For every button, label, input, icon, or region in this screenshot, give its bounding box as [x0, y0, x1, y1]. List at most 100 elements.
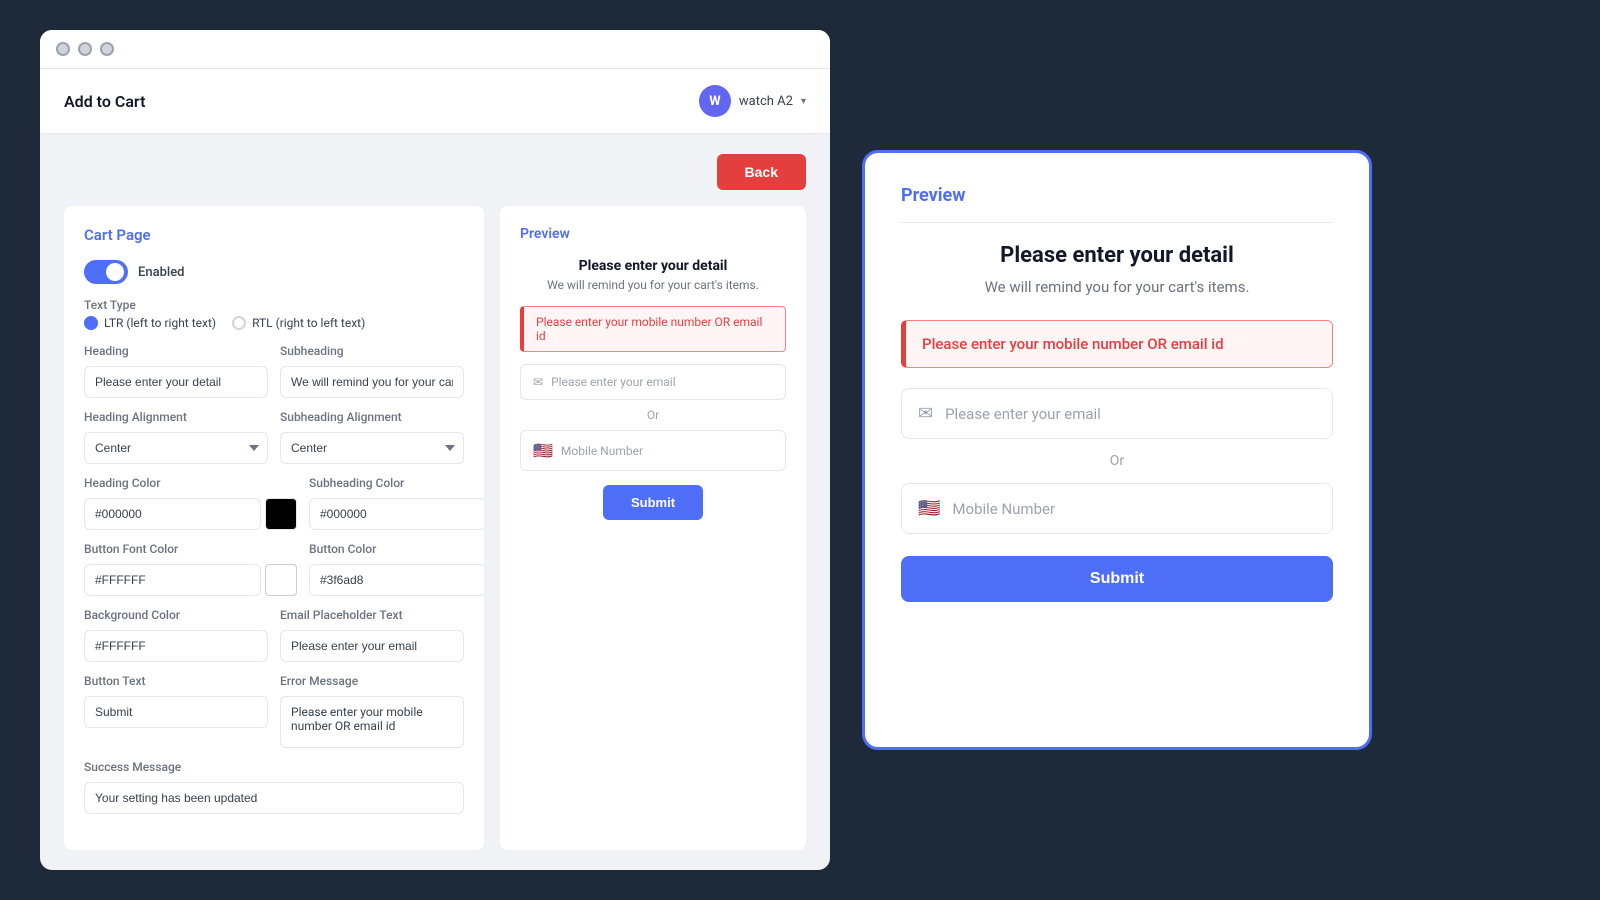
heading-label: Heading — [84, 344, 268, 358]
email-placeholder-input[interactable] — [280, 630, 464, 662]
button-color-row — [309, 564, 484, 596]
subheading-alignment-group: Subheading Alignment Center Left Right — [280, 410, 464, 464]
window-dot-2 — [78, 42, 92, 56]
button-text-label: Button Text — [84, 674, 268, 688]
background-color-group: Background Color — [84, 608, 268, 662]
email-placeholder-group: Email Placeholder Text — [280, 608, 464, 662]
right-subheading: We will remind you for your cart's items… — [901, 278, 1333, 296]
heading-input[interactable] — [84, 366, 268, 398]
app-header: Add to Cart W watch A2 ▾ — [40, 69, 830, 134]
preview-subheading-small: We will remind you for your cart's items… — [520, 278, 786, 292]
heading-alignment-label: Heading Alignment — [84, 410, 268, 424]
right-or-divider: Or — [901, 453, 1333, 469]
rtl-radio[interactable] — [232, 316, 246, 330]
subheading-color-group: Subheading Color — [309, 476, 484, 530]
button-color-label: Button Color — [309, 542, 484, 556]
right-email-placeholder: Please enter your email — [945, 405, 1101, 423]
right-submit-button[interactable]: Submit — [901, 556, 1333, 602]
button-text-group: Button Text — [84, 674, 268, 748]
subheading-group: Subheading — [280, 344, 464, 398]
subheading-label: Subheading — [280, 344, 464, 358]
rtl-label: RTL (right to left text) — [252, 316, 365, 330]
success-message-input[interactable] — [84, 782, 464, 814]
heading-color-row — [84, 498, 297, 530]
heading-alignment-group: Heading Alignment Center Left Right — [84, 410, 268, 464]
ltr-label: LTR (left to right text) — [104, 316, 216, 330]
subheading-color-label: Subheading Color — [309, 476, 484, 490]
error-message-input[interactable]: Please enter your mobile number OR email… — [280, 696, 464, 748]
ltr-radio[interactable] — [84, 316, 98, 330]
heading-color-swatch[interactable] — [265, 498, 297, 530]
user-avatar: W — [699, 85, 731, 117]
flag-icon-large: 🇺🇸 — [918, 498, 940, 519]
subheading-alignment-label: Subheading Alignment — [280, 410, 464, 424]
phone-input-small: 🇺🇸 Mobile Number — [520, 430, 786, 471]
enabled-toggle[interactable] — [84, 260, 128, 284]
back-btn-row: Back — [64, 154, 806, 190]
subheading-alignment-select[interactable]: Center Left Right — [280, 432, 464, 464]
email-input-small: ✉ Please enter your email — [520, 364, 786, 400]
right-phone-input: 🇺🇸 Mobile Number — [901, 483, 1333, 534]
two-col-layout: Cart Page Enabled Text Type LTR (left to… — [64, 206, 806, 850]
heading-group: Heading — [84, 344, 268, 398]
app-title: Add to Cart — [64, 92, 145, 111]
or-divider-small: Or — [520, 408, 786, 422]
preview-panel-small: Preview Please enter your detail We will… — [500, 206, 806, 850]
button-text-input[interactable] — [84, 696, 268, 728]
text-type-row: LTR (left to right text) RTL (right to l… — [84, 316, 464, 330]
background-color-row — [84, 630, 268, 662]
button-font-color-input[interactable] — [84, 564, 261, 596]
settings-title: Cart Page — [84, 226, 464, 244]
button-error-grid: Button Text Error Message Please enter y… — [84, 674, 464, 748]
right-preview-title: Preview — [901, 185, 1333, 223]
email-placeholder-small: Please enter your email — [551, 375, 676, 389]
ltr-option[interactable]: LTR (left to right text) — [84, 316, 216, 330]
preview-submit-btn-small[interactable]: Submit — [603, 485, 703, 520]
right-heading: Please enter your detail — [901, 243, 1333, 268]
app-content: Back Cart Page Enabled Text Type — [40, 134, 830, 870]
email-placeholder-label: Email Placeholder Text — [280, 608, 464, 622]
window-titlebar — [40, 30, 830, 69]
background-color-label: Background Color — [84, 608, 268, 622]
subheading-color-row — [309, 498, 484, 530]
button-font-color-row — [84, 564, 297, 596]
user-menu[interactable]: W watch A2 ▾ — [699, 85, 806, 117]
subheading-color-input[interactable] — [309, 498, 484, 530]
button-font-color-label: Button Font Color — [84, 542, 297, 556]
preview-title-small: Preview — [520, 226, 786, 242]
background-color-input[interactable] — [84, 630, 268, 662]
alignment-grid: Heading Alignment Center Left Right Subh… — [84, 410, 464, 464]
user-name: watch A2 — [739, 94, 793, 109]
back-button[interactable]: Back — [717, 154, 806, 190]
button-color-input[interactable] — [309, 564, 484, 596]
envelope-icon-small: ✉ — [533, 375, 543, 389]
right-phone-placeholder: Mobile Number — [952, 500, 1055, 518]
heading-alignment-select[interactable]: Center Left Right — [84, 432, 268, 464]
right-email-input: ✉ Please enter your email — [901, 388, 1333, 439]
heading-color-group: Heading Color — [84, 476, 297, 530]
heading-subheading-grid: Heading Subheading — [84, 344, 464, 398]
chevron-down-icon: ▾ — [801, 96, 806, 107]
window-dot-1 — [56, 42, 70, 56]
error-message-group: Error Message Please enter your mobile n… — [280, 674, 464, 748]
bg-email-grid: Background Color Email Placeholder Text — [84, 608, 464, 662]
error-banner-small: Please enter your mobile number OR email… — [520, 306, 786, 352]
button-font-color-group: Button Font Color — [84, 542, 297, 596]
left-window: Add to Cart W watch A2 ▾ Back Cart Page — [40, 30, 830, 870]
phone-placeholder-small: Mobile Number — [561, 444, 643, 458]
error-message-label: Error Message — [280, 674, 464, 688]
flag-icon-small: 🇺🇸 — [533, 441, 553, 460]
envelope-icon-large: ✉ — [918, 403, 933, 424]
heading-color-label: Heading Color — [84, 476, 297, 490]
rtl-option[interactable]: RTL (right to left text) — [232, 316, 365, 330]
subheading-input[interactable] — [280, 366, 464, 398]
heading-color-input[interactable] — [84, 498, 261, 530]
button-font-color-swatch[interactable] — [265, 564, 297, 596]
text-type-label: Text Type — [84, 298, 464, 312]
right-error-banner: Please enter your mobile number OR email… — [901, 320, 1333, 368]
success-message-label: Success Message — [84, 760, 464, 774]
right-preview-card: Preview Please enter your detail We will… — [862, 150, 1372, 750]
preview-heading-small: Please enter your detail — [520, 258, 786, 274]
success-message-group: Success Message — [84, 760, 464, 814]
enabled-toggle-row: Enabled — [84, 260, 464, 284]
